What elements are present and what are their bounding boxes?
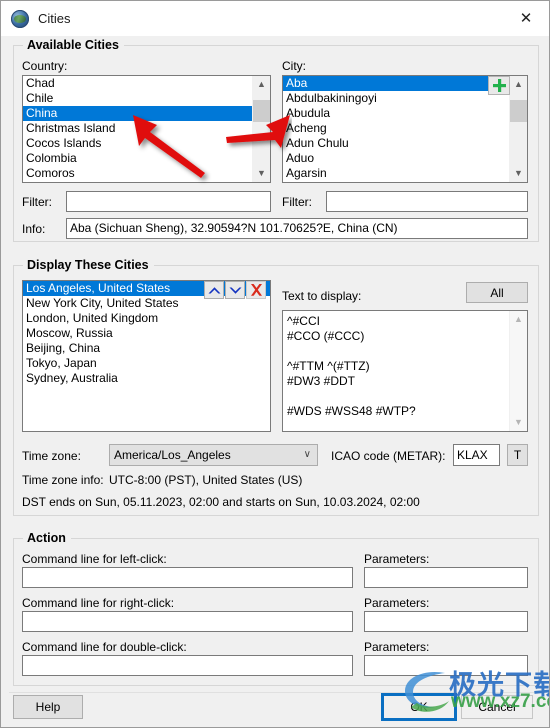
list-item[interactable]: Moscow, Russia xyxy=(23,326,270,341)
info-label: Info: xyxy=(22,222,46,236)
list-item[interactable]: Beijing, China xyxy=(23,341,270,356)
cities-dialog: Cities ✕ Available Cities Country: City:… xyxy=(0,0,550,728)
list-item[interactable]: Abudula xyxy=(283,106,510,121)
city-filter-label: Filter: xyxy=(282,195,312,209)
list-item[interactable]: Agarsin xyxy=(283,166,510,181)
right-click-parameters-input[interactable] xyxy=(364,611,528,632)
left-click-parameters-input[interactable] xyxy=(364,567,528,588)
list-item[interactable]: Sydney, Australia xyxy=(23,371,270,386)
double-click-command-input[interactable] xyxy=(22,655,353,676)
scroll-up-icon[interactable]: ▲ xyxy=(510,76,527,93)
cancel-button[interactable]: Cancel xyxy=(461,695,533,719)
right-click-command-input[interactable] xyxy=(22,611,353,632)
display-cities-listbox[interactable]: Los Angeles, United States New York City… xyxy=(22,280,271,432)
country-listbox[interactable]: Chad Chile China Christmas Island Cocos … xyxy=(22,75,271,183)
list-item-selected[interactable]: Aba xyxy=(283,76,510,91)
list-item[interactable]: Comoros xyxy=(23,166,253,181)
country-label: Country: xyxy=(22,59,68,73)
left-click-command-input[interactable] xyxy=(22,567,353,588)
country-filter-input[interactable] xyxy=(66,191,271,212)
plus-icon xyxy=(492,79,506,92)
timezone-label: Time zone: xyxy=(22,449,81,463)
window-title: Cities xyxy=(38,11,71,26)
left-click-parameters-label: Parameters: xyxy=(364,552,430,566)
globe-icon xyxy=(11,9,29,28)
close-x-icon xyxy=(250,284,262,296)
double-click-command-label: Command line for double-click: xyxy=(22,640,187,654)
textarea-scrollbar[interactable]: ▲ ▼ xyxy=(509,311,527,431)
list-item[interactable]: Agax Obo xyxy=(283,181,510,182)
move-down-button[interactable] xyxy=(225,281,245,299)
country-filter-label: Filter: xyxy=(22,195,52,209)
timezone-value: America/Los_Angeles xyxy=(114,448,231,462)
city-list-items: Aba Abdulbakiningoyi Abudula Acheng Adun… xyxy=(283,76,510,182)
list-item[interactable]: Cocos Islands xyxy=(23,136,253,151)
display-cities-title: Display These Cities xyxy=(23,258,154,272)
city-filter-input[interactable] xyxy=(326,191,528,212)
double-click-parameters-input[interactable] xyxy=(364,655,528,676)
country-list-items: Chad Chile China Christmas Island Cocos … xyxy=(23,76,253,182)
scroll-down-icon[interactable]: ▼ xyxy=(510,165,527,182)
list-item[interactable]: Colombia xyxy=(23,151,253,166)
list-item[interactable]: London, United Kingdom xyxy=(23,311,270,326)
help-button[interactable]: Help xyxy=(13,695,83,719)
text-to-display-label: Text to display: xyxy=(282,289,362,303)
available-cities-title: Available Cities xyxy=(23,38,124,52)
double-click-parameters-label: Parameters: xyxy=(364,640,430,654)
icao-input[interactable]: KLAX xyxy=(453,444,500,466)
title-bar: Cities ✕ xyxy=(1,1,549,36)
remove-city-button[interactable] xyxy=(246,281,266,299)
chevron-down-icon[interactable]: ∨ xyxy=(304,445,311,465)
list-item[interactable]: Aduo xyxy=(283,151,510,166)
close-icon[interactable]: ✕ xyxy=(503,1,549,35)
icao-label: ICAO code (METAR): xyxy=(331,449,446,463)
ok-button[interactable]: OK xyxy=(381,693,457,721)
chevron-down-icon xyxy=(229,287,241,294)
list-item[interactable]: Chad xyxy=(23,76,253,91)
country-list-scrollbar[interactable]: ▲ ▼ xyxy=(252,76,270,182)
timezone-select[interactable]: America/Los_Angeles ∨ xyxy=(109,444,318,466)
list-item[interactable]: Christmas Island xyxy=(23,121,253,136)
text-to-display-content: ^#CCI #CCO (#CCC) ^#TTM ^(#TTZ) #DW3 #DD… xyxy=(287,314,416,418)
dst-info: DST ends on Sun, 05.11.2023, 02:00 and s… xyxy=(22,495,420,509)
info-field[interactable]: Aba (Sichuan Sheng), 32.90594?N 101.7062… xyxy=(66,218,528,239)
timezone-info-label: Time zone info: xyxy=(22,473,104,487)
timezone-info-value: UTC-8:00 (PST), United States (US) xyxy=(109,473,303,487)
scroll-up-icon[interactable]: ▲ xyxy=(253,76,270,93)
list-item[interactable]: Cook Islands xyxy=(23,181,253,182)
move-up-button[interactable] xyxy=(204,281,224,299)
city-list-scrollbar[interactable]: ▲ ▼ xyxy=(509,76,527,182)
city-label: City: xyxy=(282,59,306,73)
right-click-parameters-label: Parameters: xyxy=(364,596,430,610)
action-title: Action xyxy=(23,531,71,545)
scrollbar-thumb[interactable] xyxy=(253,100,270,122)
list-item[interactable]: Chile xyxy=(23,91,253,106)
footer-divider xyxy=(9,692,541,693)
text-to-display-textarea[interactable]: ^#CCI #CCO (#CCC) ^#TTM ^(#TTZ) #DW3 #DD… xyxy=(282,310,528,432)
add-city-button[interactable] xyxy=(488,76,510,95)
left-click-command-label: Command line for left-click: xyxy=(22,552,167,566)
list-item-selected[interactable]: China xyxy=(23,106,253,121)
all-button[interactable]: All xyxy=(466,282,528,303)
right-click-command-label: Command line for right-click: xyxy=(22,596,175,610)
list-item[interactable]: Adun Chulu xyxy=(283,136,510,151)
scroll-down-icon[interactable]: ▼ xyxy=(253,165,270,182)
icao-test-button[interactable]: T xyxy=(507,444,528,466)
scroll-up-icon[interactable]: ▲ xyxy=(510,311,527,328)
scroll-down-icon[interactable]: ▼ xyxy=(510,414,527,431)
chevron-up-icon xyxy=(208,286,220,293)
list-item[interactable]: Acheng xyxy=(283,121,510,136)
list-item[interactable]: Abdulbakiningoyi xyxy=(283,91,510,106)
display-cities-list-items: Los Angeles, United States New York City… xyxy=(23,281,270,431)
scrollbar-thumb[interactable] xyxy=(510,100,527,122)
list-item[interactable]: Tokyo, Japan xyxy=(23,356,270,371)
